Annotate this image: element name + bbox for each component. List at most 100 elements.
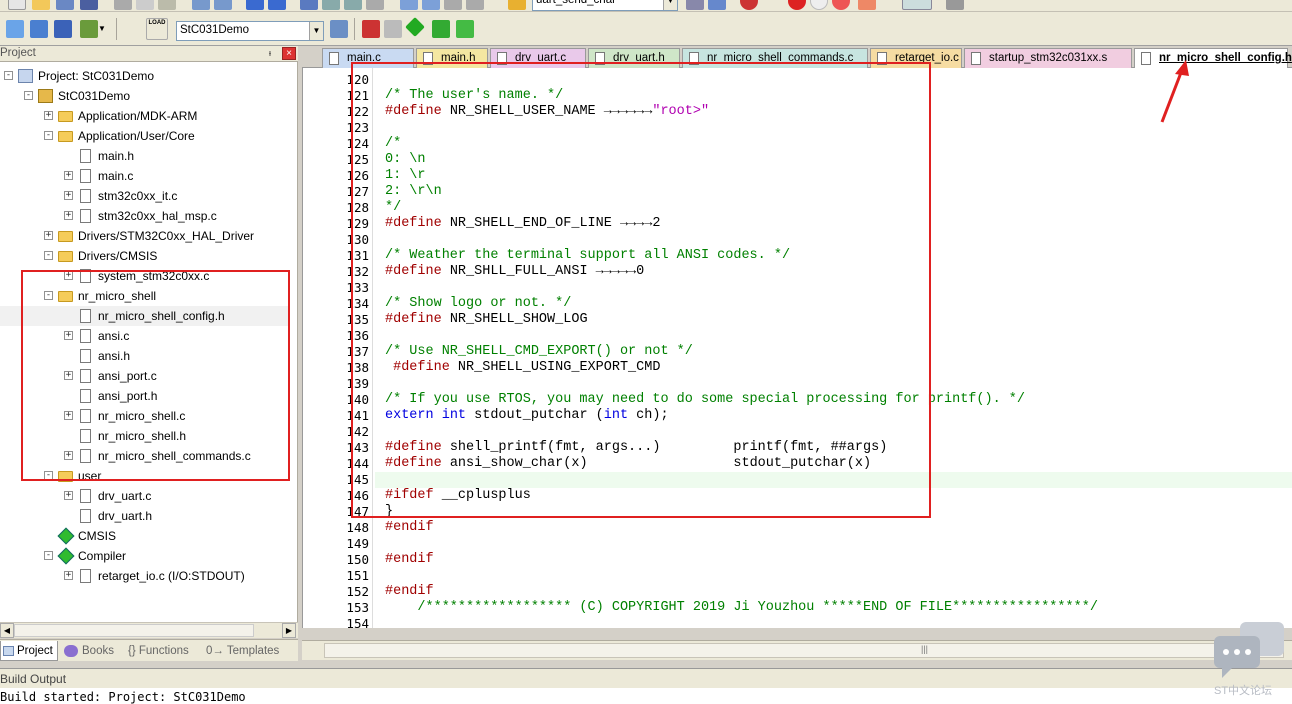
debug-icon[interactable]	[740, 0, 758, 10]
file-icon	[80, 189, 91, 203]
editor-horizontal-scrollbar[interactable]: |||	[302, 640, 1292, 660]
nav-forward-icon[interactable]	[268, 0, 286, 10]
tab-project[interactable]: Project	[0, 641, 58, 661]
tree-item[interactable]: + stm32c0xx_hal_msp.c	[0, 206, 290, 226]
code-token: #endif	[385, 520, 434, 535]
copy-icon[interactable]	[136, 0, 154, 10]
tree-item[interactable]: main.h	[0, 146, 290, 166]
file-icon	[80, 489, 91, 503]
collapse-icon[interactable]: -	[44, 251, 53, 260]
breakpoint-icon[interactable]	[788, 0, 806, 10]
batch-chevron-down-icon[interactable]: ▼	[98, 20, 108, 38]
toolbar-top: uart_send_char ▼	[0, 0, 1292, 12]
tab-functions[interactable]: {} Functions	[124, 641, 198, 661]
scroll-left-icon[interactable]: ◀	[0, 623, 14, 638]
find-combo[interactable]: uart_send_char ▼	[532, 0, 678, 11]
configure-icon[interactable]	[946, 0, 964, 10]
grip-icon: |||	[921, 644, 929, 654]
find-icon[interactable]	[708, 0, 726, 10]
code-line[interactable]: /****************** (C) COPYRIGHT 2019 J…	[385, 600, 1098, 616]
tree-item[interactable]: + retarget_io.c (I/O:STDOUT)	[0, 566, 290, 586]
tree-item[interactable]: + drv_uart.c	[0, 486, 290, 506]
tree-item[interactable]: + Application/MDK-ARM	[0, 106, 290, 126]
tree-item[interactable]: CMSIS	[0, 526, 290, 546]
redo-icon[interactable]	[214, 0, 232, 10]
expand-icon[interactable]: +	[64, 211, 73, 220]
bookmark-prev-icon[interactable]	[322, 0, 340, 10]
editor-tab[interactable]: startup_stm32c031xx.s	[964, 48, 1132, 68]
cut-icon[interactable]	[114, 0, 132, 10]
target-select[interactable]: StC031Demo ▼	[176, 21, 324, 41]
target-options-icon[interactable]	[330, 20, 348, 38]
collapse-icon[interactable]: -	[24, 91, 33, 100]
uncomment-icon[interactable]	[466, 0, 484, 10]
rebuild-icon[interactable]	[54, 20, 72, 38]
bookmark-clear-icon[interactable]	[366, 0, 384, 10]
collapse-icon[interactable]: -	[44, 551, 53, 560]
tree-item[interactable]: - StC031Demo	[0, 86, 290, 106]
chevron-down-icon[interactable]: ▼	[663, 0, 677, 10]
tree-item[interactable]: - Drivers/CMSIS	[0, 246, 290, 266]
scrollbar-thumb[interactable]	[14, 624, 254, 637]
project-horizontal-scrollbar[interactable]: ◀ ▶	[0, 622, 298, 638]
build-output-header: Build Output	[0, 668, 1292, 688]
tree-item[interactable]: - Project: StC031Demo	[0, 66, 290, 86]
file-extensions-icon[interactable]	[384, 20, 402, 38]
component-icon	[57, 547, 75, 565]
toolbar-separator	[354, 18, 355, 40]
compile-icon[interactable]	[6, 20, 24, 38]
comment-icon[interactable]	[444, 0, 462, 10]
expand-icon[interactable]: +	[64, 191, 73, 200]
expand-icon[interactable]: +	[44, 231, 53, 240]
tab-templates[interactable]: 0→ Templates	[202, 641, 292, 661]
breakpoint-clear-icon[interactable]	[858, 0, 876, 10]
tree-item[interactable]: - Application/User/Core	[0, 126, 290, 146]
collapse-icon[interactable]: -	[4, 71, 13, 80]
save-all-icon[interactable]	[80, 0, 98, 10]
expand-icon[interactable]: +	[64, 571, 73, 580]
manage-runtime-icon[interactable]	[405, 17, 425, 37]
build-output-panel[interactable]: Build started: Project: StC031Demo	[0, 688, 1292, 704]
expand-icon[interactable]: +	[64, 171, 73, 180]
file-icon	[80, 149, 91, 163]
window-layout-icon[interactable]	[902, 0, 932, 10]
pack-installer-icon[interactable]	[456, 20, 474, 38]
undo-icon[interactable]	[192, 0, 210, 10]
new-file-icon[interactable]	[8, 0, 26, 10]
code-line[interactable]: #endif	[385, 520, 434, 536]
tree-item[interactable]: + main.c	[0, 166, 290, 186]
build-icon[interactable]	[30, 20, 48, 38]
breakpoint-kill-icon[interactable]	[832, 0, 850, 10]
breakpoint-disable-icon[interactable]	[810, 0, 828, 10]
download-load-icon[interactable]: LOAD	[146, 18, 168, 40]
scroll-right-icon[interactable]: ▶	[282, 623, 296, 638]
bookmark-next-icon[interactable]	[344, 0, 362, 10]
bookmark-icon[interactable]	[300, 0, 318, 10]
indent-icon[interactable]	[400, 0, 418, 10]
expand-icon[interactable]: +	[44, 111, 53, 120]
open-icon[interactable]	[32, 0, 50, 10]
tab-books[interactable]: Books	[62, 641, 120, 661]
expand-icon[interactable]: +	[64, 491, 73, 500]
code-line[interactable]: #endif	[385, 584, 434, 600]
tree-item[interactable]: + Drivers/STM32C0xx_HAL_Driver	[0, 226, 290, 246]
tree-item[interactable]: - Compiler	[0, 546, 290, 566]
tree-item[interactable]: drv_uart.h	[0, 506, 290, 526]
chevron-down-icon[interactable]: ▼	[309, 22, 323, 40]
find-in-files-icon[interactable]	[508, 0, 526, 10]
pin-icon[interactable]: ᵼ	[264, 48, 276, 60]
batch-build-icon[interactable]	[80, 20, 98, 38]
paste-icon[interactable]	[158, 0, 176, 10]
collapse-icon[interactable]: -	[44, 131, 53, 140]
incremental-find-icon[interactable]	[686, 0, 704, 10]
select-packs-icon[interactable]	[432, 20, 450, 38]
scrollbar-thumb[interactable]: |||	[324, 643, 1284, 658]
project-tab-icon	[3, 646, 14, 656]
save-icon[interactable]	[56, 0, 74, 10]
manage-project-items-icon[interactable]	[362, 20, 380, 38]
nav-back-icon[interactable]	[246, 0, 264, 10]
unindent-icon[interactable]	[422, 0, 440, 10]
tree-item[interactable]: + stm32c0xx_it.c	[0, 186, 290, 206]
close-icon[interactable]: ×	[282, 47, 296, 60]
code-line[interactable]: #endif	[385, 552, 434, 568]
